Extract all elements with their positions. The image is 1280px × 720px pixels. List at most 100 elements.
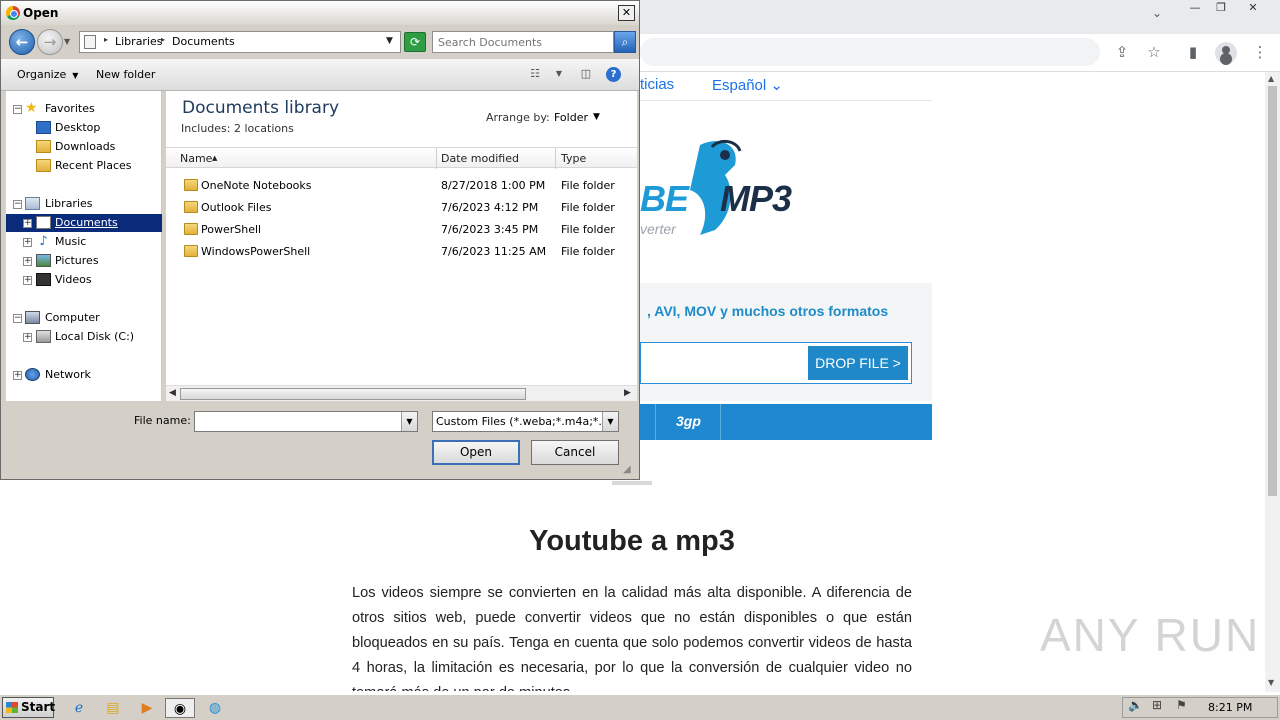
- arrange-by-dropdown[interactable]: Folder: [554, 111, 588, 124]
- column-type[interactable]: Type: [561, 152, 586, 165]
- expand-icon[interactable]: +: [23, 257, 32, 266]
- search-field[interactable]: [432, 31, 614, 53]
- horizontal-scrollbar[interactable]: ◀ ▶: [166, 385, 637, 401]
- drop-file-button[interactable]: DROP FILE >: [808, 346, 908, 380]
- chevron-down-icon[interactable]: ▼: [602, 412, 618, 431]
- dialog-titlebar[interactable]: Open ✕: [1, 1, 639, 25]
- file-row[interactable]: WindowsPowerShell 7/6/2023 11:25 AM File…: [166, 241, 637, 263]
- page-scrollbar[interactable]: ▲ ▼: [1265, 72, 1280, 692]
- organize-button[interactable]: Organize ▼: [17, 68, 78, 81]
- bookmark-star-icon[interactable]: ☆: [1144, 42, 1164, 62]
- expand-icon[interactable]: +: [23, 333, 32, 342]
- file-row[interactable]: OneNote Notebooks 8/27/2018 1:00 PM File…: [166, 175, 637, 197]
- open-button[interactable]: Open: [432, 440, 520, 465]
- chevron-down-icon[interactable]: ▼: [593, 112, 600, 122]
- star-icon: ★: [25, 100, 38, 116]
- view-details-icon[interactable]: ☷: [527, 67, 543, 81]
- nav-local-disk[interactable]: + Local Disk (C:): [6, 328, 162, 346]
- back-arrow-icon[interactable]: ←: [9, 29, 35, 55]
- recent-places-icon: [36, 159, 51, 172]
- file-row[interactable]: PowerShell 7/6/2023 3:45 PM File folder: [166, 219, 637, 241]
- format-tab-3gp[interactable]: 3gp: [676, 413, 701, 429]
- breadcrumb-libraries[interactable]: Libraries: [115, 35, 163, 48]
- media-player-icon[interactable]: ▶: [136, 698, 158, 718]
- chrome-taskbar-icon[interactable]: ◉: [165, 698, 195, 718]
- clock[interactable]: 8:21 PM: [1208, 701, 1252, 714]
- chevron-right-icon[interactable]: ▸: [161, 35, 165, 44]
- resize-grip-icon[interactable]: ◢: [623, 463, 637, 477]
- column-name[interactable]: Name: [180, 152, 212, 165]
- file-name-input[interactable]: [195, 412, 395, 431]
- scroll-down-icon[interactable]: ▼: [1268, 678, 1274, 687]
- action-center-flag-icon[interactable]: ⚑: [1176, 698, 1187, 712]
- side-panel-icon[interactable]: ▮: [1183, 42, 1203, 62]
- nav-network[interactable]: + Network: [6, 366, 162, 384]
- file-type-select[interactable]: Custom Files (*.weba;*.m4a;*.opus) ▼: [432, 411, 619, 432]
- file-name-combobox[interactable]: ▼: [194, 411, 418, 432]
- scroll-right-icon[interactable]: ▶: [624, 388, 631, 398]
- scroll-left-icon[interactable]: ◀: [169, 388, 176, 398]
- forward-arrow-icon[interactable]: →: [37, 29, 63, 55]
- scroll-up-icon[interactable]: ▲: [1268, 74, 1274, 83]
- chevron-right-icon[interactable]: ▸: [104, 35, 108, 44]
- nav-videos[interactable]: + Videos: [6, 271, 162, 289]
- internet-explorer-icon[interactable]: ℯ: [68, 698, 90, 718]
- address-bar[interactable]: [640, 38, 1100, 66]
- history-dropdown-icon[interactable]: ▼: [64, 37, 70, 46]
- breadcrumb-documents[interactable]: Documents: [172, 35, 235, 48]
- expand-icon[interactable]: +: [23, 276, 32, 285]
- menu-kebab-icon[interactable]: ⋮: [1250, 42, 1270, 62]
- nav-link-language[interactable]: Español ⌄: [712, 76, 783, 94]
- scroll-thumb[interactable]: [180, 388, 526, 400]
- breadcrumb[interactable]: ▸ Libraries ▸ Documents ▼: [79, 31, 401, 53]
- nav-recent-places[interactable]: Recent Places: [6, 157, 162, 175]
- expand-icon[interactable]: +: [23, 238, 32, 247]
- expand-icon[interactable]: +: [13, 371, 22, 380]
- nav-pictures[interactable]: + Pictures: [6, 252, 162, 270]
- tab-search-icon[interactable]: ⌄: [1152, 6, 1162, 20]
- library-locations-link[interactable]: Includes: 2 locations: [181, 122, 294, 135]
- nav-favorites[interactable]: − ★ Favorites: [6, 100, 162, 118]
- help-icon[interactable]: ?: [606, 67, 621, 82]
- nav-link-noticias[interactable]: ticias: [640, 76, 674, 93]
- share-icon[interactable]: ⇪: [1112, 42, 1132, 62]
- address-dropdown-icon[interactable]: ▼: [386, 36, 393, 46]
- file-explorer-icon[interactable]: ▤: [102, 698, 124, 718]
- chevron-down-icon[interactable]: ▼: [401, 412, 417, 431]
- scroll-thumb[interactable]: [1268, 86, 1277, 496]
- search-input[interactable]: [433, 32, 611, 52]
- search-icon[interactable]: ⌕: [614, 31, 636, 53]
- file-row[interactable]: Outlook Files 7/6/2023 4:12 PM File fold…: [166, 197, 637, 219]
- edge-icon[interactable]: ◍: [204, 698, 226, 718]
- nav-computer[interactable]: − Computer: [6, 309, 162, 327]
- cancel-button[interactable]: Cancel: [531, 440, 619, 465]
- nav-libraries[interactable]: − Libraries: [6, 195, 162, 213]
- expand-icon[interactable]: +: [23, 219, 32, 228]
- column-separator[interactable]: [555, 148, 556, 169]
- close-window-icon[interactable]: ✕: [1240, 2, 1266, 16]
- preview-pane-icon[interactable]: ◫: [578, 67, 594, 81]
- collapse-icon[interactable]: −: [13, 105, 22, 114]
- profile-avatar[interactable]: [1215, 42, 1237, 64]
- minimize-icon[interactable]: —: [1182, 2, 1208, 16]
- collapse-icon[interactable]: −: [13, 314, 22, 323]
- new-folder-button[interactable]: New folder: [96, 68, 155, 81]
- volume-icon[interactable]: 🔈: [1128, 698, 1143, 712]
- dialog-title: Open: [23, 6, 59, 20]
- view-options-dropdown-icon[interactable]: ▼: [551, 67, 567, 81]
- start-button[interactable]: Start: [2, 697, 55, 718]
- collapse-icon[interactable]: −: [13, 200, 22, 209]
- nav-documents[interactable]: + Documents: [6, 214, 162, 232]
- dialog-close-button[interactable]: ✕: [618, 5, 635, 21]
- nav-downloads[interactable]: Downloads: [6, 138, 162, 156]
- column-date-modified[interactable]: Date modified: [441, 152, 519, 165]
- refresh-icon[interactable]: ⟳: [404, 32, 426, 52]
- column-separator[interactable]: [436, 148, 437, 169]
- restore-icon[interactable]: ❐: [1208, 2, 1234, 16]
- nav-music[interactable]: + ♪ Music: [6, 233, 162, 251]
- file-name: PowerShell: [201, 223, 262, 236]
- nav-desktop[interactable]: Desktop: [6, 119, 162, 137]
- desktop-icon: [36, 121, 51, 134]
- disk-drive-icon: [36, 330, 51, 343]
- network-tray-icon[interactable]: ⊞: [1152, 698, 1162, 712]
